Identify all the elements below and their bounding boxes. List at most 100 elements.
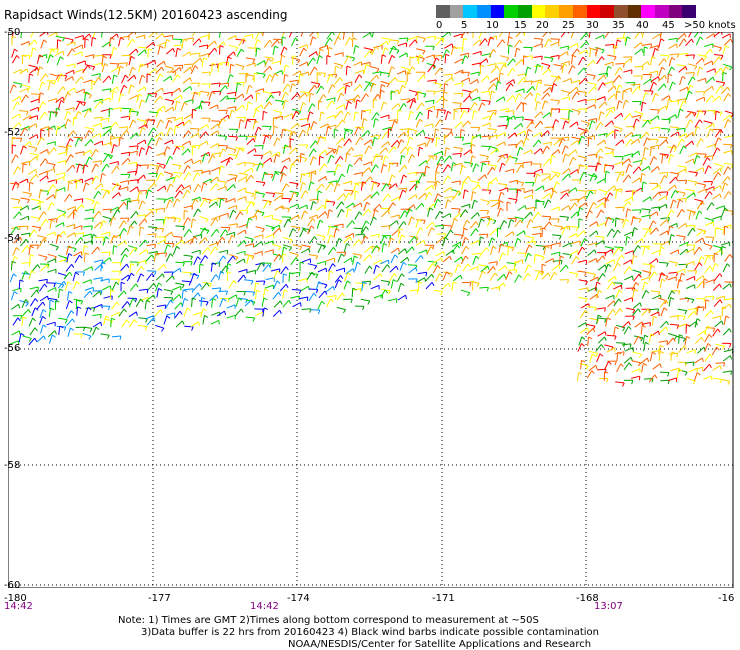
wind-barb-flag [639,134,641,139]
wind-barb-flag [325,199,330,202]
wind-barb [46,162,56,166]
wind-barb-flag [42,101,46,105]
wind-barb-flag [693,192,696,197]
wind-barb-flag [355,190,360,193]
wind-barb-flag [414,92,419,97]
wind-barb-flag [681,272,686,276]
wind-barb [93,201,98,211]
wind-barb-flag [447,282,451,288]
wind-barb [243,94,252,101]
wind-barb-flag [284,74,289,77]
wind-barb [587,306,597,308]
wind-barb [326,298,332,308]
wind-barb [604,152,614,155]
wind-barb-flag [484,174,487,179]
wind-barb-flag [585,166,588,171]
wind-barb-flag [326,55,331,58]
wind-barb-flag [296,158,300,163]
wind-barb-flag [523,102,528,105]
wind-barb [156,41,166,47]
wind-barb-flag [182,226,185,231]
wind-barb [597,273,604,282]
wind-barb-flag [530,47,533,52]
wind-barb [704,191,711,200]
wind-barb [650,126,660,129]
wind-barb [85,307,95,309]
wind-barb-flag [467,72,470,77]
wind-barb [137,189,147,192]
wind-barb [155,137,160,147]
wind-barb-flag [630,139,634,143]
wind-barb-flag [409,136,414,140]
wind-barb-flag [515,269,518,274]
wind-barb [397,187,407,190]
wind-barb-flag [231,109,236,113]
wind-barb [38,189,42,199]
wind-map [8,32,735,588]
wind-barb-flag [672,199,677,203]
wind-barb [76,60,86,65]
wind-barb [319,123,329,129]
wind-barb-flag [368,83,373,87]
wind-barb [308,292,315,302]
wind-barb [36,54,40,64]
wind-barb [652,33,661,40]
wind-barb-flag [651,264,656,269]
wind-barb [148,111,158,114]
wind-barb-flag [263,307,269,311]
wind-barb-flag [206,92,210,97]
wind-barb [175,48,178,58]
wind-barb-flag [703,91,706,96]
wind-barb-flag [617,262,621,267]
wind-barb [703,60,713,66]
wind-barb-flag [576,121,579,126]
wind-barb [444,147,447,157]
wind-barb [435,38,442,47]
wind-barb-flag [105,236,109,240]
wind-barb-flag [26,68,29,73]
wind-barb-flag [512,231,515,236]
wind-barb [523,80,533,83]
wind-barb [353,45,356,55]
wind-barb [27,123,37,129]
wind-barb-flag [343,86,346,91]
wind-barb-flag [638,218,642,223]
wind-barb [31,225,41,229]
wind-barb [47,253,57,258]
wind-barb-flag [592,60,596,65]
wind-barb-flag [497,227,502,230]
wind-barb-flag [110,135,115,138]
wind-barb [688,152,698,158]
wind-barb [426,137,431,147]
wind-barb-flag [547,199,552,203]
wind-barb-flag [215,217,219,222]
wind-barb-flag [63,213,66,218]
wind-barb [363,47,373,51]
wind-barb [641,32,645,39]
wind-barb-flag [396,140,400,145]
wind-barb-flag [479,253,482,258]
wind-barb [579,310,586,319]
wind-barb-flag [83,102,86,107]
wind-barb [262,288,266,298]
wind-barb-flag [604,307,606,312]
wind-barb [391,229,399,236]
wind-barb [47,98,57,102]
wind-barb [336,145,340,155]
wind-barb [238,119,241,129]
wind-barb-flag [191,63,194,69]
wind-barb-flag [298,272,301,277]
wind-barb [244,243,254,247]
wind-barb [532,225,542,229]
wind-barb [211,287,221,290]
wind-barb-flag [492,245,497,249]
wind-barb [562,153,566,163]
wind-barb [597,264,606,271]
wind-barb-flag [638,166,642,171]
wind-barb [67,130,74,138]
wind-barb [714,163,724,167]
wind-barb-flag [132,66,136,70]
wind-barb-flag [537,212,541,216]
wind-barb-flag [379,273,383,278]
wind-barb-flag [612,152,615,157]
